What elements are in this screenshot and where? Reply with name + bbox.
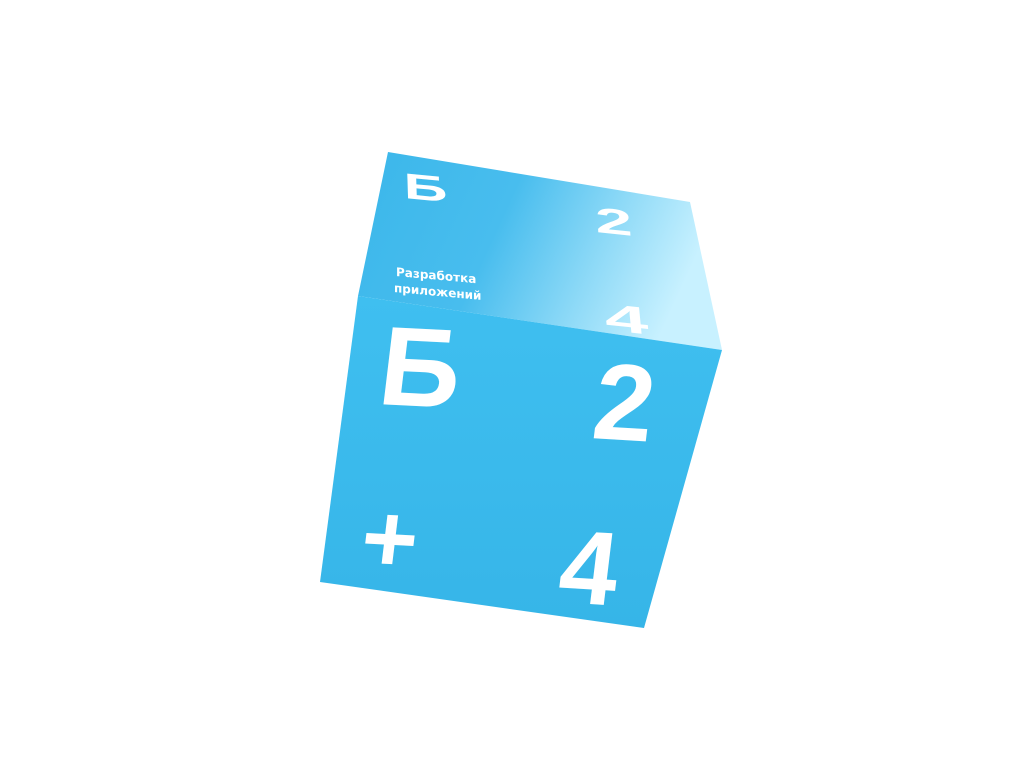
b24-cube-logo: Б 2 4 Разработка приложений Б 2 + 4 <box>320 152 722 628</box>
stage: Б 2 4 Разработка приложений Б 2 + 4 <box>0 0 1024 768</box>
top-glyph-2: 2 <box>594 200 634 244</box>
front-glyph-b: Б <box>373 302 469 431</box>
top-glyph-b: Б <box>403 166 448 210</box>
